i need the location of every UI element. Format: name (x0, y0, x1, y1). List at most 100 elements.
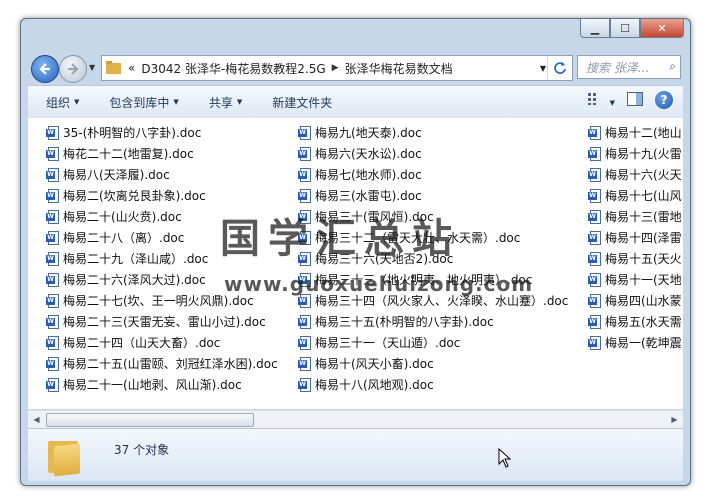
preview-pane-button[interactable] (627, 91, 643, 109)
word-doc-icon: W (298, 314, 312, 329)
file-item[interactable]: W 梅易三十一（天山遁）.doc (298, 332, 568, 353)
address-bar[interactable]: « D3042 张泽华-梅花易数教程2.5G ▶ 张泽华梅花易数文档 ▼ (101, 55, 573, 81)
word-doc-icon: W (46, 146, 60, 161)
word-doc-icon: W (298, 356, 312, 371)
word-doc-icon: W (46, 230, 60, 245)
breadcrumb-parent[interactable]: D3042 张泽华-梅花易数教程2.5G (141, 60, 325, 77)
file-name: 梅易三(水雷屯).doc (315, 189, 422, 203)
mouse-cursor-icon (498, 448, 512, 468)
file-item[interactable]: W 梅易二(坎离兑艮卦象).doc (46, 185, 278, 206)
word-doc-icon: W (588, 209, 602, 224)
file-item[interactable]: W 梅易一(乾坤震 (588, 332, 682, 353)
file-name: 梅易二十(山火贲).doc (63, 210, 182, 224)
close-button[interactable]: ✕ (640, 19, 684, 38)
file-item[interactable]: W 梅易十八(风地观).doc (298, 374, 568, 395)
word-doc-icon: W (46, 272, 60, 287)
file-name: 梅易二十四（山天大畜）.doc (63, 336, 221, 350)
share-menu[interactable]: 共享 ▼ (209, 94, 242, 111)
share-label: 共享 (208, 95, 233, 110)
breadcrumb-current[interactable]: 张泽华梅花易数文档 (345, 60, 453, 77)
address-dropdown-icon[interactable]: ▼ (540, 64, 546, 73)
include-library-menu[interactable]: 包含到库中 ▼ (109, 94, 178, 111)
file-item[interactable]: W 梅易十七(山风 (588, 185, 682, 206)
maximize-button[interactable]: ☐ (610, 19, 640, 38)
back-button[interactable] (31, 55, 59, 83)
horizontal-scrollbar[interactable]: ◀ ▶ (28, 410, 683, 428)
file-item[interactable]: W 梅易十(风天小畜).doc (298, 353, 568, 374)
file-name: 梅易七(地水师).doc (315, 168, 422, 182)
file-item[interactable]: W 梅易十四(泽雷 (588, 227, 682, 248)
breadcrumb-chevron-icon[interactable]: ▶ (332, 63, 339, 73)
file-item[interactable]: W 梅易五(水天需 (588, 311, 682, 332)
file-item[interactable]: W 梅易三十五(朴明智的八字卦).doc (298, 311, 568, 332)
word-doc-icon: W (588, 167, 602, 182)
new-folder-button[interactable]: 新建文件夹 (272, 94, 332, 111)
word-doc-icon: W (298, 377, 312, 392)
file-name: 梅易十九(火雷 (605, 147, 682, 161)
include-library-label: 包含到库中 (109, 95, 170, 110)
file-item[interactable]: W 梅易十二(地山 (588, 122, 682, 143)
file-item[interactable]: W 梅易十五(天火 (588, 248, 682, 269)
file-item[interactable]: W 梅易四(山水蒙 (588, 290, 682, 311)
file-item[interactable]: W 梅易六(天水讼).doc (298, 143, 568, 164)
forward-button[interactable] (59, 55, 87, 83)
word-doc-icon: W (46, 167, 60, 182)
file-item[interactable]: W 梅易七(地水师).doc (298, 164, 568, 185)
minimize-button[interactable]: ▁ (580, 19, 610, 38)
file-name: 梅易六(天水讼).doc (315, 147, 422, 161)
file-item[interactable]: W 梅易十一(天地 (588, 269, 682, 290)
word-doc-icon: W (298, 167, 312, 182)
search-placeholder: 搜索 张泽... (586, 60, 650, 75)
word-doc-icon: W (46, 188, 60, 203)
word-doc-icon: W (588, 146, 602, 161)
address-prefix[interactable]: « (128, 61, 135, 75)
scroll-right-icon[interactable]: ▶ (666, 411, 683, 428)
file-name: 梅易四(山水蒙 (605, 294, 682, 308)
file-item[interactable]: W 梅易二十三(天雷无妄、雷山小过).doc (46, 311, 278, 332)
chevron-down-icon: ▼ (74, 98, 80, 106)
refresh-button[interactable] (547, 56, 572, 80)
file-item[interactable]: W 梅易二十四（山天大畜）.doc (46, 332, 278, 353)
organize-menu[interactable]: 组织 ▼ (46, 94, 79, 111)
word-doc-icon: W (46, 335, 60, 350)
file-item[interactable]: W 梅易十六(火天 (588, 164, 682, 185)
file-name: 梅易一(乾坤震 (605, 336, 682, 350)
file-name: 梅易二十九（泽山咸）.doc (63, 252, 209, 266)
view-controls: ▼ ? (576, 91, 673, 109)
word-doc-icon: W (46, 314, 60, 329)
caption-buttons: ▁ ☐ ✕ (580, 19, 684, 38)
file-name: 梅易五(水天需 (605, 315, 682, 329)
word-doc-icon: W (298, 125, 312, 140)
file-name: 梅花二十二(地雷复).doc (63, 147, 194, 161)
preview-pane-icon (627, 91, 643, 106)
recent-pages-dropdown[interactable]: ▼ (89, 63, 95, 72)
file-item[interactable]: W 梅易八(天泽履).doc (46, 164, 278, 185)
details-pane: 37 个对象 (28, 428, 683, 481)
file-name: 梅易十八(风地观).doc (315, 378, 434, 392)
search-input[interactable]: 搜索 张泽... ⌕ (577, 55, 681, 79)
word-doc-icon: W (588, 188, 602, 203)
file-item[interactable]: W 梅易九(地天泰).doc (298, 122, 568, 143)
file-item[interactable]: W 35-(朴明智的八字卦).doc (46, 122, 278, 143)
scroll-left-icon[interactable]: ◀ (28, 411, 45, 428)
chevron-down-icon: ▼ (173, 98, 179, 106)
search-icon[interactable]: ⌕ (669, 59, 676, 74)
word-doc-icon: W (588, 314, 602, 329)
file-item[interactable]: W 梅易十三(雷地 (588, 206, 682, 227)
word-doc-icon: W (46, 209, 60, 224)
file-column: W 梅易十二(地山 W 梅易十九(火雷 W 梅易十六(火天 W 梅易十七(山风 W 梅易十三(雷地… (588, 122, 682, 353)
file-item[interactable]: W 梅易二十一(山地剥、风山渐).doc (46, 374, 278, 395)
file-item[interactable]: W 梅易二十五(山雷颐、刘冠红泽水困).doc (46, 353, 278, 374)
file-name: 梅易十一(天地 (605, 273, 682, 287)
file-item[interactable]: W 梅花二十二(地雷复).doc (46, 143, 278, 164)
command-bar: 组织 ▼ 包含到库中 ▼ 共享 ▼ 新建文件夹 ▼ ? (28, 85, 683, 119)
chevron-down-icon: ▼ (236, 98, 243, 106)
help-icon[interactable]: ? (655, 91, 673, 109)
view-options-button[interactable]: ▼ (587, 92, 615, 108)
file-item[interactable]: W 梅易十九(火雷 (588, 143, 682, 164)
scrollbar-thumb[interactable] (46, 413, 254, 427)
word-doc-icon: W (298, 146, 312, 161)
folder-icon (48, 439, 80, 477)
folder-icon (106, 61, 121, 74)
file-item[interactable]: W 梅易三(水雷屯).doc (298, 185, 568, 206)
